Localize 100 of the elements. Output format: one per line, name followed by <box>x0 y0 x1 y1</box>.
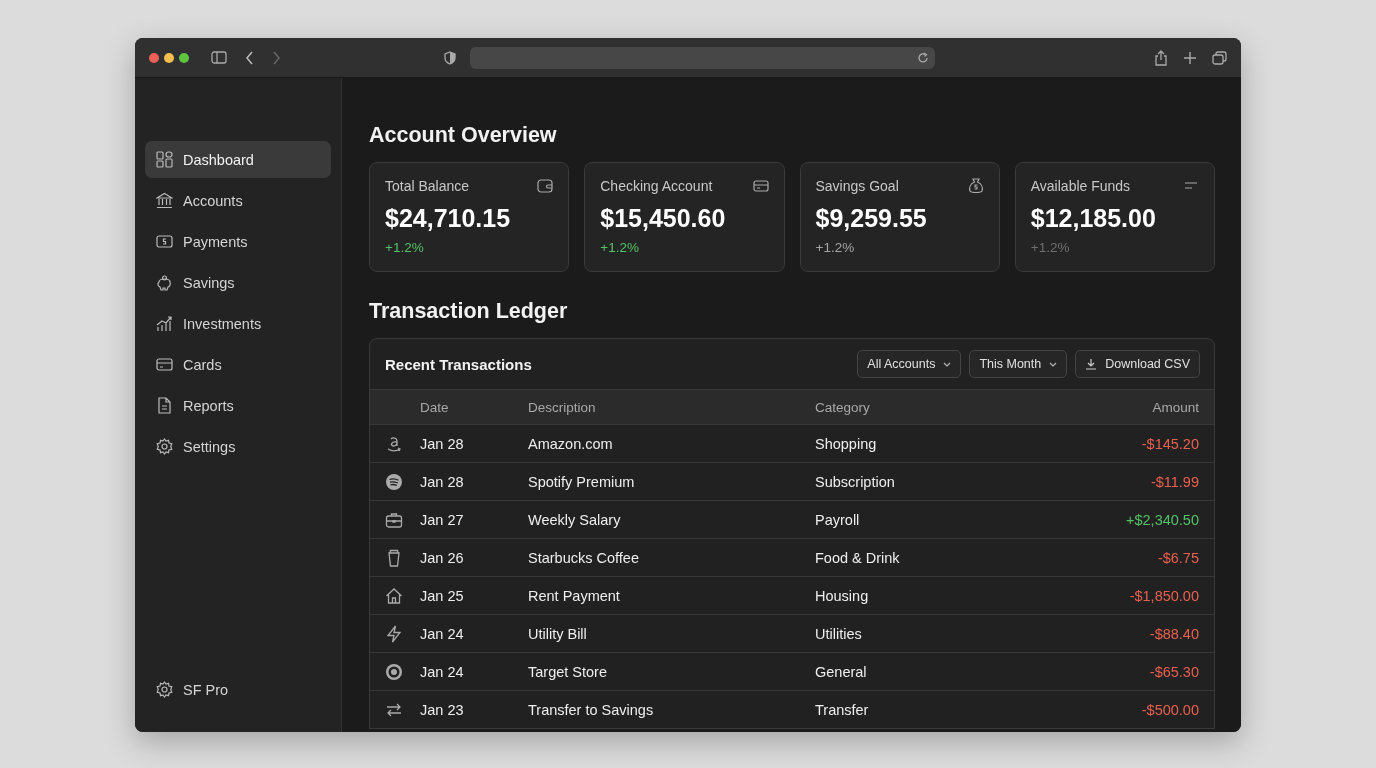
gear-icon <box>156 681 173 698</box>
lightning-icon <box>385 624 403 643</box>
date-cell-text: Jan 23 <box>420 701 465 718</box>
change-percent: +1.2% <box>385 240 425 255</box>
sidebar-item[interactable]: Reports <box>145 387 331 424</box>
category-cell-text: Shopping <box>815 435 878 452</box>
balance-amount: $9,259.55 <box>815 204 928 233</box>
amount-cell: -$11.99 <box>1150 473 1199 490</box>
description-cell-text: Transfer to Savings <box>528 701 655 718</box>
amount-cell: -$145.20 <box>1141 435 1199 452</box>
cash-icon <box>156 233 173 250</box>
dashboard-grid-icon <box>156 151 173 168</box>
sidebar-item[interactable]: Savings <box>145 264 331 301</box>
change-percent: +1.2% <box>815 240 856 255</box>
amount-cell: -$88.40 <box>1149 625 1199 642</box>
transaction-row[interactable]: Jan 28 Amazon.com Shopping -$145.20 <box>370 424 1214 462</box>
sidebar-item[interactable]: Settings <box>145 428 331 465</box>
money-bag-icon <box>967 178 984 194</box>
section-title: Account Overview <box>369 122 558 148</box>
sidebar-item[interactable]: Dashboard <box>145 141 331 178</box>
balance-amount: $15,450.60 <box>600 204 727 233</box>
section-title: Transaction Ledger <box>369 298 569 324</box>
document-icon <box>156 397 173 414</box>
download-icon <box>1085 358 1098 370</box>
category-cell-text: Housing <box>815 587 870 604</box>
transaction-row[interactable]: Jan 25 Rent Payment Housing -$1,850.00 <box>370 576 1214 614</box>
date-cell-text: Jan 28 <box>420 473 465 490</box>
amount-cell: -$65.30 <box>1149 663 1199 680</box>
card-title: Checking Account <box>600 178 713 194</box>
piggy-bank-icon <box>156 274 173 291</box>
filter-dropdown[interactable]: All Accounts <box>857 350 962 378</box>
sidebar-item[interactable]: Investments <box>145 305 331 342</box>
bank-icon <box>156 192 173 209</box>
tabs-overview-icon[interactable] <box>1212 50 1227 65</box>
transaction-row[interactable]: Jan 26 Starbucks Coffee Food & Drink -$6.75 <box>370 538 1214 576</box>
share-icon[interactable] <box>1154 49 1168 66</box>
column-header: Category <box>815 399 871 415</box>
category-cell-text: Payroll <box>815 511 861 528</box>
minimize-button[interactable] <box>164 52 174 63</box>
card-title: Total Balance <box>385 178 470 194</box>
column-header: Date <box>420 399 450 415</box>
date-cell-text: Jan 24 <box>420 625 465 642</box>
filter-dropdown[interactable]: This Month <box>969 350 1068 378</box>
transaction-row[interactable]: Jan 23 Transfer to Savings Transfer -$500.00 <box>370 690 1214 728</box>
card-icon <box>752 178 769 194</box>
cup-icon <box>385 548 403 567</box>
balance-amount: $12,185.00 <box>1030 204 1157 233</box>
shield-icon[interactable] <box>444 50 456 65</box>
download-button[interactable]: Download CSV <box>1075 350 1200 378</box>
amount-cell: -$500.00 <box>1141 701 1199 718</box>
amount-cell: -$1,850.00 <box>1129 587 1199 604</box>
description-cell-text: Weekly Salary <box>528 511 622 528</box>
amount-cell: +$2,340.50 <box>1126 511 1199 528</box>
amount-cell: -$6.75 <box>1157 549 1199 566</box>
close-button[interactable] <box>149 52 159 63</box>
date-cell-text: Jan 25 <box>420 587 465 604</box>
target-icon <box>385 662 403 681</box>
description-cell-text: Amazon.com <box>528 435 614 452</box>
category-cell-text: Utilities <box>815 625 863 642</box>
circle-waves-icon <box>385 472 403 491</box>
new-tab-icon[interactable] <box>1184 51 1196 64</box>
card-icon <box>156 356 173 373</box>
transaction-row[interactable]: Jan 24 Target Store General -$65.30 <box>370 652 1214 690</box>
sidebar-toggle-icon[interactable] <box>211 51 227 64</box>
sidebar-item[interactable]: Payments <box>145 223 331 260</box>
growth-chart-icon <box>156 315 173 332</box>
transaction-row[interactable]: Jan 28 Spotify Premium Subscription -$11.99 <box>370 462 1214 500</box>
letter-a-icon <box>385 434 403 453</box>
category-cell-text: Subscription <box>815 473 896 490</box>
briefcase-icon <box>385 510 403 529</box>
date-cell-text: Jan 27 <box>420 511 465 528</box>
category-cell-text: Food & Drink <box>815 549 901 566</box>
chevron-down-icon <box>943 361 952 367</box>
column-header: Description <box>528 399 597 415</box>
zoom-button[interactable] <box>179 52 189 63</box>
category-cell-text: General <box>815 663 868 680</box>
description-cell-text: Spotify Premium <box>528 473 636 490</box>
transaction-row[interactable]: Jan 27 Weekly Salary Payroll +$2,340.50 <box>370 500 1214 538</box>
gear-icon <box>156 438 173 455</box>
date-cell-text: Jan 28 <box>420 435 465 452</box>
wallet-icon <box>537 178 554 194</box>
card-title: Savings Goal <box>815 178 899 194</box>
date-cell-text: Jan 26 <box>420 549 465 566</box>
column-header: Amount <box>1152 399 1199 415</box>
description-cell-text: Utility Bill <box>528 625 588 642</box>
change-percent: +1.2% <box>600 240 640 255</box>
change-percent: +1.2% <box>1030 240 1071 255</box>
panel-title: Recent Transactions <box>385 355 532 373</box>
sidebar-item[interactable]: Cards <box>145 346 331 383</box>
sidebar-item[interactable]: Accounts <box>145 182 331 219</box>
back-icon[interactable] <box>245 50 254 65</box>
balance-amount: $24,710.15 <box>385 204 512 233</box>
font-setting-item[interactable]: SF Pro <box>145 671 331 708</box>
description-cell-text: Starbucks Coffee <box>528 549 640 566</box>
chevron-down-icon <box>1049 361 1058 367</box>
transaction-row[interactable]: Jan 24 Utility Bill Utilities -$88.40 <box>370 614 1214 652</box>
reload-icon[interactable] <box>917 51 929 64</box>
description-cell-text: Target Store <box>528 663 608 680</box>
card-title: Available Funds <box>1030 178 1131 194</box>
date-cell-text: Jan 24 <box>420 663 465 680</box>
